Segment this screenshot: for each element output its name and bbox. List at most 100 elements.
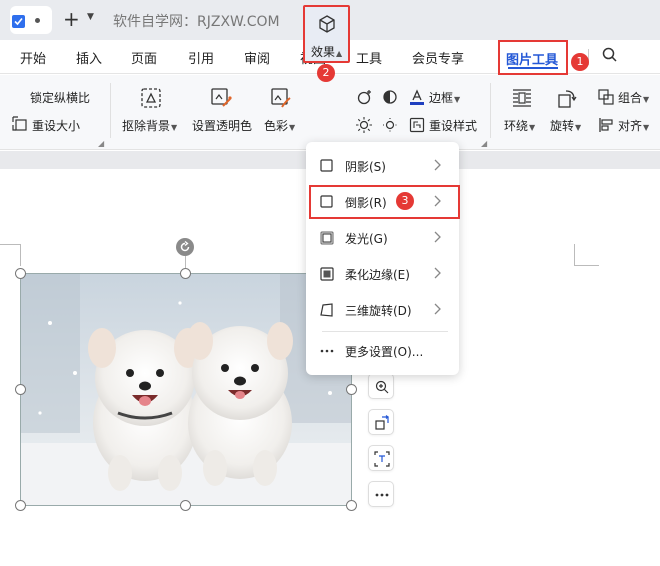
page-corner-mark [574, 265, 599, 266]
resize-handle-top[interactable] [180, 268, 191, 279]
page-corner-mark [20, 244, 21, 266]
page-corner-mark [0, 244, 20, 245]
chevron-down-icon: ▼ [643, 95, 650, 104]
resize-handle-left[interactable] [15, 384, 26, 395]
effect-label: 效果▲ [311, 45, 343, 59]
divider [490, 83, 491, 138]
tab-reference[interactable]: 引用 [188, 48, 214, 67]
align-label: 对齐 [618, 119, 643, 133]
step-badge-1: 1 [571, 53, 589, 71]
menu-item-shadow[interactable]: 阴影(S) [306, 149, 459, 183]
group-expand-icon[interactable]: ◢ [98, 139, 104, 148]
tab-member[interactable]: 会员专享 [412, 48, 464, 67]
menu-item-label: 阴影(S) [345, 160, 386, 174]
group-expand-icon[interactable]: ◢ [481, 139, 487, 148]
remove-bg-icon [140, 87, 162, 113]
resize-handle-top-left[interactable] [15, 268, 26, 279]
reset-style-button[interactable]: 重设样式 [429, 117, 477, 134]
chevron-down-icon[interactable]: ▼ [87, 12, 94, 22]
resize-button[interactable]: 重设大小 [32, 117, 80, 134]
effect-button[interactable]: 效果▲ [303, 5, 350, 63]
resize-handle-bottom-left[interactable] [15, 500, 26, 511]
divider [110, 83, 111, 138]
highlight-box [309, 185, 460, 219]
crop-button[interactable] [368, 445, 394, 471]
menu-item-label: 发光(G) [345, 232, 388, 246]
more-icon [375, 493, 389, 497]
unsaved-dot [35, 18, 40, 23]
tab-start[interactable]: 开始 [20, 48, 46, 67]
3d-rotate-icon [320, 303, 333, 317]
search-icon[interactable] [601, 46, 619, 68]
tab-picture-tools[interactable]: 图片工具 [498, 40, 568, 75]
wrap-label: 环绕 [504, 119, 529, 133]
color-icon [270, 87, 292, 113]
site-title: 软件自学网：RJZXW.COM [113, 14, 280, 30]
chevron-down-icon: ▼ [171, 123, 178, 132]
chevron-right-icon [434, 159, 441, 171]
brightness-up-icon[interactable] [355, 88, 373, 110]
chevron-right-icon [434, 231, 441, 243]
tab-page[interactable]: 页面 [131, 48, 157, 67]
rotate-label: 旋转 [550, 119, 575, 133]
menu-item-label: 柔化边缘(E) [345, 268, 410, 282]
wrap-button[interactable]: 环绕▼ [504, 117, 535, 134]
chevron-right-icon [434, 303, 441, 315]
chevron-down-icon: ▼ [643, 123, 650, 132]
zoom-in-button[interactable] [368, 373, 394, 399]
color-label: 色彩 [264, 119, 289, 133]
replace-image-icon [375, 415, 389, 430]
wrap-icon [511, 87, 533, 113]
tab-tools[interactable]: 工具 [356, 48, 382, 67]
zoom-in-icon [375, 380, 389, 394]
border-icon [409, 89, 425, 109]
sun-dim-icon[interactable] [381, 116, 399, 138]
border-button[interactable]: 边框▼ [429, 89, 460, 106]
group-button[interactable]: 组合▼ [618, 89, 649, 106]
tab-insert[interactable]: 插入 [76, 48, 102, 67]
lock-ratio-label: 锁定纵横比 [30, 91, 91, 105]
rotate-handle-stem [185, 256, 186, 268]
transparent-color-icon [210, 87, 232, 113]
chevron-down-icon: ▼ [575, 123, 582, 132]
more-tools-button[interactable] [368, 481, 394, 507]
more-icon [320, 349, 334, 353]
resize-handle-bottom[interactable] [180, 500, 191, 511]
reset-style-icon [409, 117, 425, 137]
selection-border [20, 273, 352, 506]
shadow-icon [320, 159, 333, 172]
rotate-button[interactable]: 旋转▼ [550, 117, 581, 134]
chevron-down-icon: ▼ [289, 123, 296, 132]
remove-bg-label: 抠除背景 [122, 119, 171, 133]
color-button[interactable]: 色彩▼ [264, 117, 295, 134]
chevron-right-icon [434, 267, 441, 279]
menu-item-more-settings[interactable]: 更多设置(O)... [306, 334, 459, 368]
remove-bg-button[interactable]: 抠除背景▼ [122, 117, 177, 134]
step-badge-3: 3 [396, 192, 414, 210]
effects-dropdown: 阴影(S) 倒影(R) 3 发光(G) 柔化边缘(E) 三维旋转(D) 更多设置… [306, 142, 460, 375]
rotate-handle[interactable] [176, 238, 194, 256]
chevron-down-icon: ▼ [529, 123, 536, 132]
align-button[interactable]: 对齐▼ [618, 117, 649, 134]
sun-bright-icon[interactable] [355, 116, 373, 138]
menu-item-soft-edge[interactable]: 柔化边缘(E) [306, 257, 459, 291]
contrast-icon[interactable] [381, 88, 399, 110]
align-icon [598, 117, 614, 137]
crop-icon [374, 451, 390, 467]
resize-handle-bottom-right[interactable] [346, 500, 357, 511]
page-corner-mark [574, 244, 575, 266]
group-label: 组合 [618, 91, 643, 105]
resize-handle-right[interactable] [346, 384, 357, 395]
set-transparent-button[interactable]: 设置透明色 [192, 117, 252, 134]
new-tab-icon[interactable]: + [63, 8, 80, 30]
divider [322, 331, 448, 332]
tab-review[interactable]: 审阅 [244, 48, 270, 67]
lock-ratio-checkbox[interactable] [12, 15, 25, 28]
group-icon [598, 89, 614, 109]
menu-item-label: 三维旋转(D) [345, 304, 412, 318]
menu-item-3d-rotation[interactable]: 三维旋转(D) [306, 293, 459, 327]
soft-edge-icon [320, 267, 334, 281]
menu-item-glow[interactable]: 发光(G) [306, 221, 459, 255]
tab-picture-tools-label: 图片工具 [506, 53, 559, 68]
replace-image-button[interactable] [368, 409, 394, 435]
